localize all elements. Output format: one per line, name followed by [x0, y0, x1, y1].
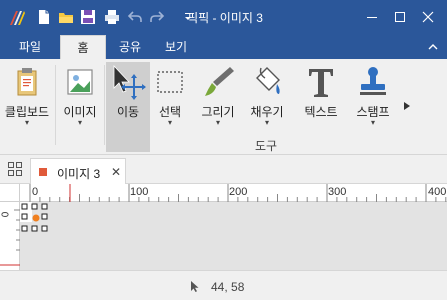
- left-ruler: 0: [0, 202, 20, 270]
- menu-bar: 파일 홈 공유 보기: [0, 35, 447, 59]
- text-icon: [309, 69, 333, 97]
- ruler-label: 0: [32, 186, 39, 198]
- stamp-icon: [360, 67, 386, 95]
- ribbon: 클립보드 ▾ 이미지 ▾ 이동 선택 ▾ 그리기 ▾ 채우기 ▾ 텍스트 스탬프…: [0, 59, 447, 155]
- select-tool-button[interactable]: 선택 ▾: [150, 62, 190, 152]
- paint-bucket-icon: [256, 67, 280, 94]
- document-tab-strip: 이미지 3 ✕: [0, 155, 447, 184]
- window-title: 픽픽 - 이미지 3: [187, 11, 263, 25]
- cursor-icon: [191, 281, 199, 292]
- collapse-ribbon-icon[interactable]: [427, 41, 439, 53]
- save-icon[interactable]: [80, 9, 96, 25]
- selection-rect-icon: [157, 71, 183, 93]
- selection-handles[interactable]: [20, 202, 447, 270]
- text-label: 텍스트: [304, 105, 338, 119]
- maximize-icon[interactable]: [388, 6, 412, 28]
- ruler-label: 300: [328, 186, 347, 198]
- document-color-swatch: [39, 168, 47, 176]
- status-bar: 44, 58: [0, 270, 447, 300]
- ruler-label: 0: [0, 211, 12, 218]
- app-logo-icon: [10, 11, 25, 25]
- select-dropdown-arrow: ▾: [167, 118, 172, 127]
- ribbon-separator: [104, 65, 105, 145]
- draw-tool-button[interactable]: 그리기 ▾: [196, 62, 240, 152]
- ribbon-separator: [55, 65, 56, 145]
- ribbon-scroll-right-icon[interactable]: [403, 101, 411, 111]
- tab-home[interactable]: 홈: [60, 35, 106, 59]
- tab-file[interactable]: 파일: [2, 35, 58, 59]
- ruler-label: 100: [130, 186, 149, 198]
- title-bar: 픽픽 - 이미지 3: [0, 0, 447, 35]
- tab-view[interactable]: 보기: [154, 35, 198, 59]
- close-tab-icon[interactable]: ✕: [111, 165, 121, 179]
- grid-view-icon[interactable]: [8, 162, 22, 176]
- text-tool-button[interactable]: 텍스트: [298, 62, 344, 152]
- fill-dropdown-arrow: ▾: [264, 118, 269, 127]
- image-button[interactable]: 이미지 ▾: [58, 62, 102, 152]
- new-file-icon[interactable]: [36, 9, 52, 25]
- tab-share[interactable]: 공유: [108, 35, 152, 59]
- ruler-corner: [0, 184, 20, 202]
- stamp-tool-button[interactable]: 스탬프 ▾: [348, 62, 398, 152]
- open-folder-icon[interactable]: [58, 9, 74, 25]
- image-dropdown-arrow: ▾: [77, 118, 82, 127]
- tools-group-label: 도구: [255, 139, 278, 153]
- draw-dropdown-arrow: ▾: [215, 118, 220, 127]
- move-label: 이동: [116, 105, 140, 119]
- print-icon[interactable]: [104, 9, 120, 25]
- canvas-area[interactable]: [20, 202, 447, 270]
- top-ruler: 0 100 200 300 400: [20, 184, 447, 202]
- close-window-icon[interactable]: [416, 6, 440, 28]
- brush-icon: [205, 67, 234, 96]
- stamp-dropdown-arrow: ▾: [370, 118, 375, 127]
- cursor-coordinates: 44, 58: [211, 280, 245, 294]
- clipboard-dropdown-arrow: ▾: [24, 118, 29, 127]
- document-tab-name: 이미지 3: [57, 167, 101, 181]
- ruler-label: 200: [229, 186, 248, 198]
- ruler-label: 400: [428, 186, 447, 198]
- move-tool-button[interactable]: 이동: [106, 62, 150, 152]
- image-icon: [67, 69, 93, 95]
- clipboard-icon: [17, 68, 37, 96]
- clipboard-button[interactable]: 클립보드 ▾: [2, 62, 52, 152]
- move-icon: [113, 64, 146, 100]
- undo-icon[interactable]: [127, 9, 143, 25]
- minimize-icon[interactable]: [360, 6, 384, 28]
- document-tab[interactable]: 이미지 3 ✕: [30, 158, 126, 184]
